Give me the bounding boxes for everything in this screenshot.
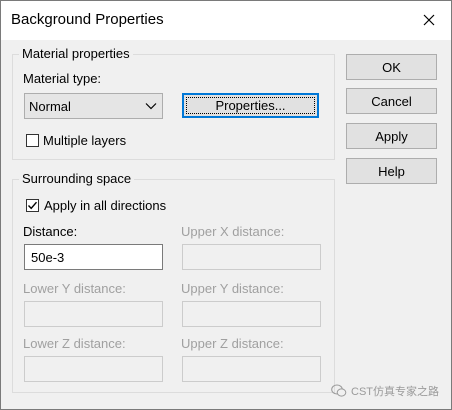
upper-z-distance-label: Upper Z distance:: [181, 336, 284, 351]
material-type-select[interactable]: Normal: [24, 93, 163, 119]
cancel-button[interactable]: Cancel: [346, 88, 437, 114]
dialog-client-area: Material properties Material type: Norma…: [1, 40, 451, 409]
upper-y-distance-label: Upper Y distance:: [181, 281, 284, 296]
distance-input[interactable]: 50e-3: [24, 244, 163, 270]
distance-value: 50e-3: [31, 250, 65, 265]
properties-button[interactable]: Properties...: [182, 93, 319, 118]
distance-label: Distance:: [23, 224, 78, 239]
lower-y-distance-label: Lower Y distance:: [23, 281, 126, 296]
surrounding-space-group: Surrounding space Apply in all direction…: [12, 171, 335, 393]
lower-y-distance-input[interactable]: [24, 301, 163, 327]
multiple-layers-label: Multiple layers: [43, 133, 127, 148]
ok-button[interactable]: OK: [346, 54, 437, 80]
lower-z-distance-input[interactable]: [24, 356, 163, 382]
apply-button[interactable]: Apply: [346, 123, 437, 149]
apply-button-label: Apply: [375, 128, 408, 144]
help-button-label: Help: [378, 163, 405, 179]
watermark: CST仿真专家之路: [331, 383, 439, 399]
apply-all-directions-label: Apply in all directions: [44, 198, 167, 213]
upper-x-distance-label: Upper X distance:: [181, 224, 285, 239]
material-type-value: Normal: [29, 99, 71, 114]
upper-z-distance-input[interactable]: [182, 356, 321, 382]
close-icon: [423, 14, 435, 26]
upper-y-distance-input[interactable]: [182, 301, 321, 327]
dialog-title: Background Properties: [11, 11, 164, 28]
background-properties-dialog: Background Properties Material propertie…: [0, 0, 452, 410]
close-button[interactable]: [415, 7, 443, 33]
help-button[interactable]: Help: [346, 158, 437, 184]
multiple-layers-checkbox[interactable]: [26, 134, 39, 147]
watermark-text: CST仿真专家之路: [351, 386, 439, 398]
material-type-label: Material type:: [23, 71, 102, 86]
material-properties-group: Material properties Material type: Norma…: [12, 46, 335, 160]
cancel-button-label: Cancel: [371, 93, 412, 109]
focus-indicator: [186, 97, 315, 114]
wechat-icon: [331, 384, 347, 397]
upper-x-distance-input[interactable]: [182, 244, 321, 270]
ok-button-label: OK: [382, 59, 401, 75]
title-bar: Background Properties: [1, 1, 451, 40]
material-properties-legend: Material properties: [19, 46, 133, 61]
checkmark-icon: [27, 201, 38, 210]
surrounding-space-legend: Surrounding space: [19, 171, 135, 186]
apply-all-directions-checkbox[interactable]: [26, 199, 39, 212]
lower-z-distance-label: Lower Z distance:: [23, 336, 126, 351]
chevron-down-icon: [145, 103, 157, 110]
